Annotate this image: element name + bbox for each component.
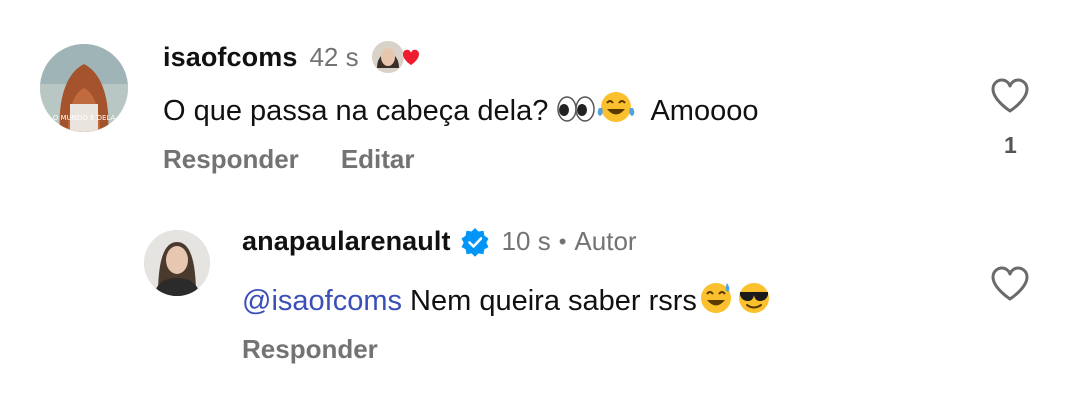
author-avatar-small-icon [369,39,419,75]
separator: • [558,228,567,254]
comment-actions: Responder Editar [163,144,415,175]
avatar[interactable]: O MUNDO É DELA [40,44,128,132]
comment-actions: Responder [242,334,378,365]
comment-body-tail: Amoooo [650,95,759,127]
comment-body: Nem queira saber rsrs [410,285,697,317]
comment-isaofcoms: O MUNDO É DELA isaofcoms 42 s O que pass… [0,0,1080,200]
tears-of-joy-emoji [596,90,636,132]
avatar-photo: O MUNDO É DELA [40,44,128,132]
comment-text: O que passa na cabeça dela? Amoooo [163,90,758,132]
liked-by-author-indicator [369,38,425,76]
comment-header: isaofcoms 42 s [163,38,425,76]
avatar-caption: O MUNDO É DELA [53,113,116,122]
like-button[interactable] [990,78,1030,119]
reply-button[interactable]: Responder [163,144,299,175]
username[interactable]: isaofcoms [163,42,297,73]
comment-header: anapaularenault 10 s • Autor [242,226,637,257]
like-button[interactable] [990,266,1030,307]
grinning-sweat-emoji [697,280,735,322]
mention-link[interactable]: @isaofcoms [242,285,402,317]
author-badge: Autor [574,226,637,256]
sunglasses-emoji [735,280,773,322]
comment-body: O que passa na cabeça dela? [163,95,549,127]
verified-badge-icon [460,227,490,257]
timestamp: 42 s [309,41,359,72]
heart-icon [991,78,1029,113]
like-count: 1 [1004,132,1017,158]
avatar[interactable] [144,230,210,296]
timestamp: 10 s [501,226,551,256]
edit-button[interactable]: Editar [341,144,415,175]
heart-icon [991,266,1029,301]
eyes-emoji [556,94,596,132]
reply-anapaularenault: anapaularenault 10 s • Autor @isaofcoms … [0,200,1080,405]
avatar-photo [144,230,210,296]
comment-text: @isaofcoms Nem queira saber rsrs [242,280,773,322]
reply-button[interactable]: Responder [242,334,378,365]
username[interactable]: anapaularenault [242,226,451,257]
